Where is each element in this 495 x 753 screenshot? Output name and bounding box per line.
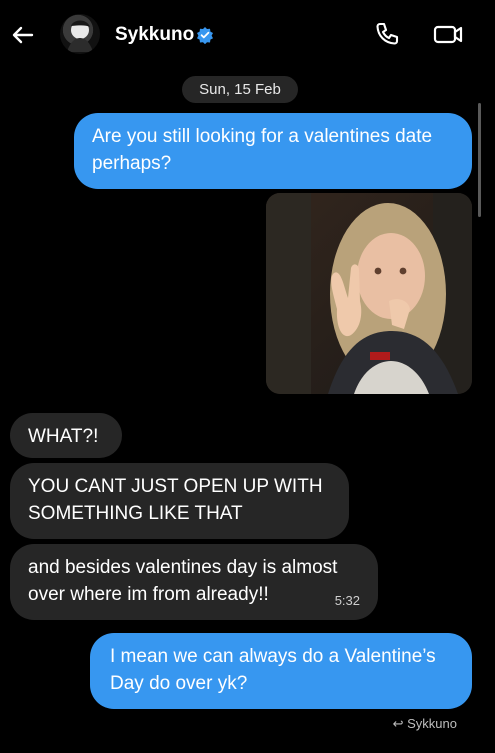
- incoming-message[interactable]: WHAT?!: [10, 413, 122, 458]
- incoming-message[interactable]: and besides valentines day is almost ove…: [10, 544, 378, 620]
- message-text: Are you still looking for a valentines d…: [92, 126, 433, 174]
- chat-header: Sykkuno: [0, 0, 495, 70]
- reply-arrow-icon: ↩: [392, 716, 404, 731]
- message-text: I mean we can always do a Valentine’s Da…: [110, 646, 436, 694]
- verified-badge-icon: [197, 27, 213, 44]
- gif-image: [266, 193, 472, 394]
- outgoing-message[interactable]: I mean we can always do a Valentine’s Da…: [90, 633, 472, 709]
- date-separator: Sun, 15 Feb: [182, 76, 298, 103]
- outgoing-message[interactable]: Are you still looking for a valentines d…: [74, 113, 472, 189]
- contact-name[interactable]: Sykkuno: [115, 24, 194, 46]
- avatar[interactable]: [60, 14, 100, 54]
- message-timestamp: 5:32: [334, 593, 360, 608]
- reply-label: Sykkuno: [407, 716, 457, 731]
- incoming-message[interactable]: YOU CANT JUST OPEN UP WITH SOMETHING LIK…: [10, 463, 349, 539]
- back-arrow-icon[interactable]: [8, 20, 38, 50]
- scrollbar[interactable]: [478, 103, 481, 217]
- message-text: YOU CANT JUST OPEN UP WITH SOMETHING LIK…: [28, 476, 323, 524]
- gif-message[interactable]: [266, 193, 472, 394]
- phone-icon[interactable]: [373, 20, 401, 48]
- reply-indicator: ↩ Sykkuno: [393, 716, 457, 732]
- message-text: WHAT?!: [28, 426, 99, 447]
- avatar-image: [67, 20, 93, 52]
- video-call-icon[interactable]: [432, 20, 464, 48]
- message-text: and besides valentines day is almost ove…: [28, 557, 338, 605]
